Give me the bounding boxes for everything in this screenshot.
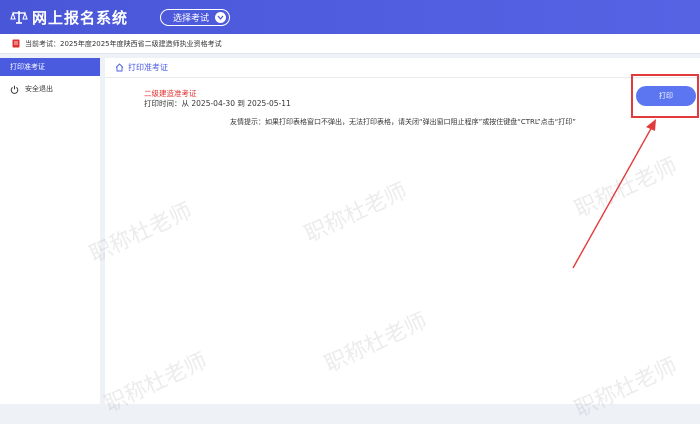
print-time: 打印时间：从 2025-04-30 到 2025-05-11: [144, 99, 291, 108]
sidebar-item-label: 打印准考证: [10, 63, 45, 71]
current-exam-text: 当前考试：2025年度2025年度陕西省二级建造师执业资格考试: [25, 39, 222, 48]
home-icon: [115, 63, 124, 72]
divider: [105, 77, 700, 78]
app-title: 网上报名系统: [32, 8, 129, 27]
chevron-down-icon: [215, 12, 226, 23]
section-title: 打印准考证: [115, 62, 168, 73]
friendly-tip: 友情提示：如果打印表格窗口不弹出，无法打印表格，请关闭“弹出窗口阻止程序”或按住…: [230, 118, 576, 126]
top-bar: 网上报名系统 选择考试: [0, 0, 700, 34]
scales-icon: [8, 7, 30, 27]
sidebar-item-label: 安全退出: [25, 85, 53, 93]
sidebar-item-logout[interactable]: 安全退出: [0, 80, 100, 98]
print-button[interactable]: 打印: [636, 86, 696, 106]
section-title-text: 打印准考证: [128, 63, 168, 72]
select-exam-button[interactable]: 选择考试: [160, 9, 230, 26]
select-exam-label: 选择考试: [173, 14, 210, 24]
app-logo: 网上报名系统: [8, 7, 128, 27]
power-icon: [10, 85, 19, 94]
print-button-label: 打印: [659, 92, 673, 100]
sidebar-item-print-ticket[interactable]: 打印准考证: [0, 58, 100, 76]
document-icon: [12, 39, 20, 48]
current-exam-bar: 当前考试：2025年度2025年度陕西省二级建造师执业资格考试: [0, 34, 700, 54]
sidebar: 打印准考证 安全退出: [0, 58, 100, 404]
